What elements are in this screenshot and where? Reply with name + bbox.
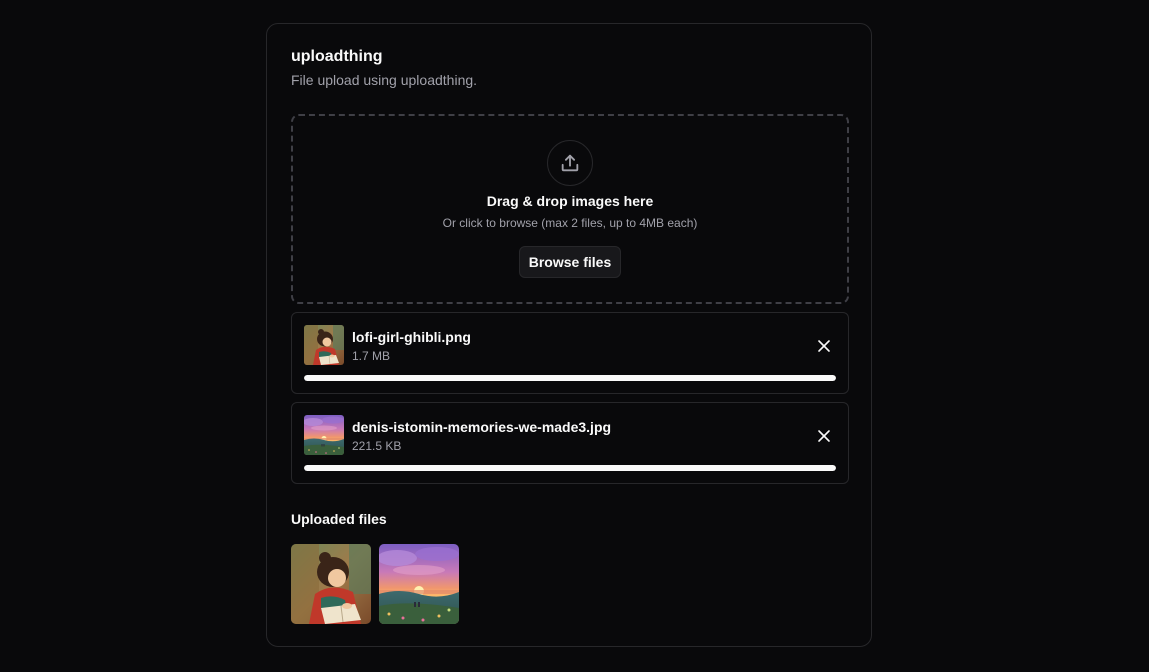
file-size: 221.5 KB	[352, 439, 402, 453]
browse-files-button[interactable]: Browse files	[519, 246, 621, 278]
sunset-landscape-thumbnail	[304, 415, 344, 455]
file-list-item: denis-istomin-memories-we-made3.jpg 221.…	[291, 402, 849, 484]
upload-progress-bar	[304, 375, 836, 381]
uploaded-files-heading: Uploaded files	[291, 511, 387, 527]
remove-file-button[interactable]	[814, 426, 834, 446]
upload-card: uploadthing File upload using uploadthin…	[266, 23, 872, 647]
upload-progress-bar	[304, 465, 836, 471]
lofi-girl-thumbnail	[304, 325, 344, 365]
file-dropzone[interactable]: Drag & drop images here Or click to brow…	[291, 114, 849, 304]
file-list-item: lofi-girl-ghibli.png 1.7 MB	[291, 312, 849, 394]
sunset-landscape-image[interactable]	[379, 544, 459, 624]
dropzone-subtitle: Or click to browse (max 2 files, up to 4…	[442, 216, 698, 230]
lofi-girl-image[interactable]	[291, 544, 371, 624]
file-name: denis-istomin-memories-we-made3.jpg	[352, 419, 612, 435]
progress-fill	[304, 465, 836, 471]
remove-file-button[interactable]	[814, 336, 834, 356]
file-size: 1.7 MB	[352, 349, 391, 363]
upload-icon	[547, 140, 593, 186]
card-description: File upload using uploadthing.	[291, 72, 478, 88]
progress-fill	[304, 375, 836, 381]
close-icon	[818, 340, 830, 352]
dropzone-title: Drag & drop images here	[486, 193, 654, 209]
card-title: uploadthing	[291, 48, 383, 65]
file-name: lofi-girl-ghibli.png	[352, 329, 471, 345]
close-icon	[818, 430, 830, 442]
